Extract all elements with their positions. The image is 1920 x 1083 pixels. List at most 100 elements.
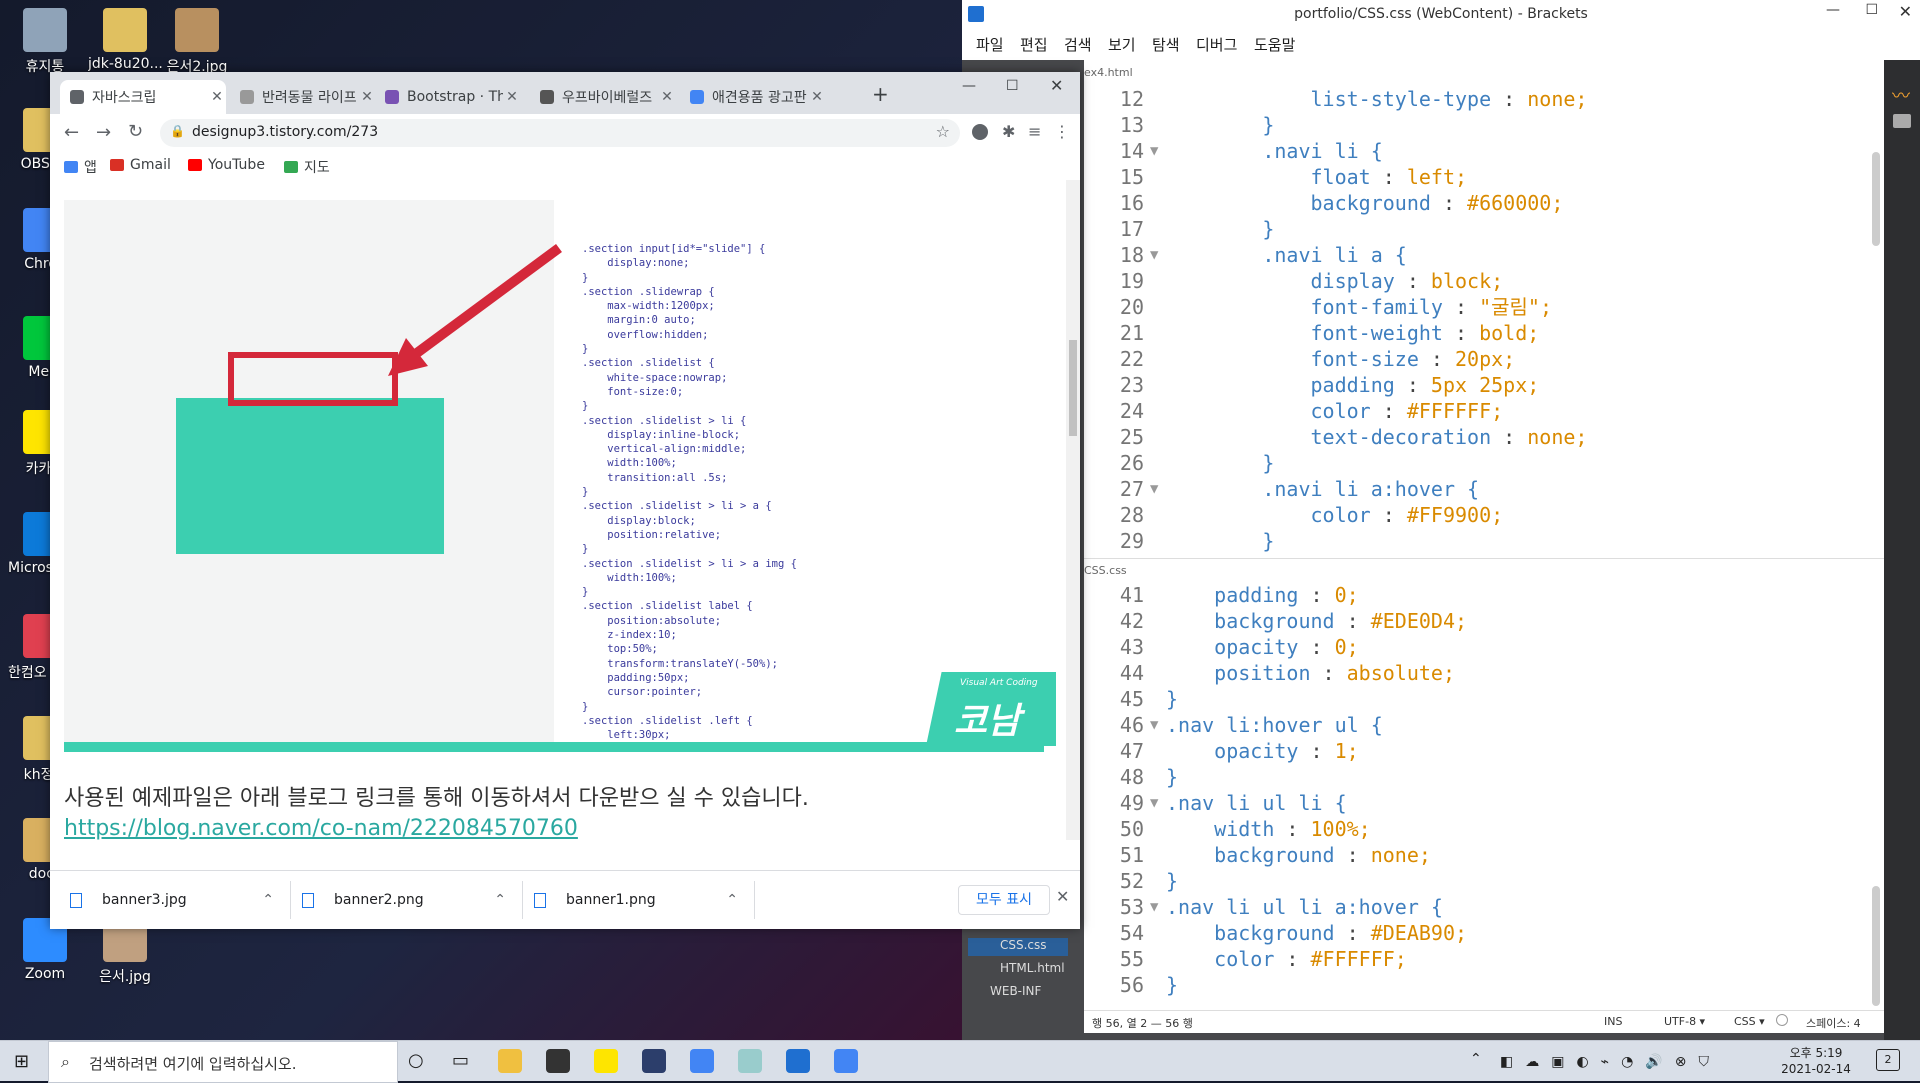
download-item[interactable]: banner2.png ⌃ bbox=[292, 881, 523, 919]
browser-tab[interactable]: 반려동물 라이프 ✕ bbox=[230, 80, 376, 114]
code-editor[interactable]: ex4.html 12 list-style-type : none; 13 } 1… bbox=[1084, 60, 1884, 1010]
blog-link[interactable]: https://blog.naver.com/co-nam/2220845707… bbox=[64, 816, 578, 840]
live-preview-icon[interactable]: 〰 bbox=[1892, 82, 1910, 108]
back-icon[interactable]: ← bbox=[64, 122, 79, 143]
browser-tab[interactable]: 우프바이베럴즈 ✕ bbox=[530, 80, 676, 114]
menu-item[interactable]: 보기 bbox=[1108, 34, 1136, 55]
puzzle-icon[interactable]: ✱ bbox=[1002, 122, 1015, 141]
menu-dots-icon[interactable]: ⋮ bbox=[1054, 122, 1070, 141]
download-item[interactable]: banner3.jpg ⌃ bbox=[60, 881, 291, 919]
minimize-button[interactable]: — bbox=[1826, 2, 1840, 18]
task-view-icon[interactable]: ▭ bbox=[452, 1050, 469, 1071]
url-text[interactable]: designup3.tistory.com/273 bbox=[192, 124, 378, 140]
bookmark-item[interactable]: 지도 bbox=[284, 157, 330, 177]
top-pane-filename[interactable]: ex4.html bbox=[1084, 66, 1133, 79]
code-text: display : block; bbox=[1310, 269, 1504, 293]
browser-tab[interactable]: 자바스크립 ✕ bbox=[60, 80, 226, 114]
chrome-icon[interactable] bbox=[690, 1049, 714, 1073]
encoding-select[interactable]: UTF-8 ▾ bbox=[1664, 1015, 1705, 1028]
maximize-button[interactable]: ☐ bbox=[1865, 2, 1878, 18]
store-icon[interactable] bbox=[546, 1049, 570, 1073]
bookmark-item[interactable]: Gmail bbox=[110, 157, 171, 173]
app-icon[interactable] bbox=[738, 1049, 762, 1073]
forward-icon[interactable]: → bbox=[96, 122, 111, 143]
search-placeholder: 검색하려면 여기에 입력하십시오. bbox=[89, 1055, 297, 1073]
tab-title: 애견용품 광고판 bbox=[712, 90, 807, 106]
tab-close-icon[interactable]: ✕ bbox=[808, 89, 826, 105]
desktop-icon[interactable]: 은서2.jpg bbox=[160, 8, 234, 76]
top-editor-pane[interactable]: 12 list-style-type : none; 13 } 14 ▼ .navi … bbox=[1084, 86, 1884, 572]
desktop-icon[interactable]: jdk-8u20... bbox=[88, 8, 162, 72]
clock-time[interactable]: 오후 5:19 bbox=[1776, 1044, 1856, 1061]
sidebar-file[interactable]: WEB-INF bbox=[990, 984, 1041, 998]
tab-close-icon[interactable]: ✕ bbox=[208, 89, 226, 105]
minimize-button[interactable]: — bbox=[962, 78, 976, 94]
chrome-icon[interactable] bbox=[834, 1049, 858, 1073]
clock-date[interactable]: 2021-02-14 bbox=[1776, 1062, 1856, 1076]
reload-icon[interactable]: ↻ bbox=[128, 121, 143, 142]
bookmark-item[interactable]: 앱 bbox=[64, 157, 97, 177]
code-snippet-line: font-size:0; bbox=[582, 385, 684, 398]
extension-manager-icon[interactable] bbox=[1893, 114, 1911, 128]
bookmark-star-icon[interactable]: ☆ bbox=[936, 122, 950, 141]
kakaotalk-icon[interactable] bbox=[594, 1049, 618, 1073]
menu-item[interactable]: 편집 bbox=[1020, 34, 1048, 55]
linter-status-icon[interactable] bbox=[1776, 1014, 1788, 1026]
cortana-icon[interactable]: ○ bbox=[408, 1050, 424, 1071]
show-all-button[interactable]: 모두 표시 bbox=[958, 885, 1050, 915]
fold-arrow-icon[interactable]: ▼ bbox=[1150, 894, 1158, 920]
menu-item[interactable]: 검색 bbox=[1064, 34, 1092, 55]
code-text: font-family : "굴림"; bbox=[1310, 295, 1553, 319]
file-explorer-icon[interactable] bbox=[498, 1049, 522, 1073]
download-item[interactable]: banner1.png ⌃ bbox=[524, 881, 755, 919]
browser-tab[interactable]: Bootstrap · The✕ bbox=[375, 80, 521, 114]
tab-strip: 자바스크립✕반려동물 라이프✕Bootstrap · The✕우프바이베럴즈✕애… bbox=[50, 72, 1080, 114]
page-scrollbar[interactable] bbox=[1066, 180, 1080, 840]
sidebar-file[interactable]: HTML.html bbox=[1000, 961, 1065, 975]
reading-list-icon[interactable]: ≡ bbox=[1028, 122, 1041, 141]
close-button[interactable]: ✕ bbox=[1899, 2, 1912, 21]
menu-item[interactable]: 파일 bbox=[976, 34, 1004, 55]
eclipse-icon[interactable] bbox=[642, 1049, 666, 1073]
system-tray-icons[interactable]: ◧☁▣◐⌁◔🔊⊗⛉ bbox=[1500, 1051, 1760, 1071]
menu-item[interactable]: 도움말 bbox=[1254, 34, 1295, 55]
maximize-button[interactable]: ☐ bbox=[1006, 78, 1019, 94]
address-bar[interactable]: 🔒 designup3.tistory.com/273 ☆ bbox=[160, 119, 960, 147]
chevron-up-icon[interactable]: ⌃ bbox=[262, 892, 274, 908]
browser-tab[interactable]: 애견용품 광고판 ✕ bbox=[680, 80, 826, 114]
tab-close-icon[interactable]: ✕ bbox=[503, 89, 521, 105]
chevron-up-icon[interactable]: ⌃ bbox=[494, 892, 506, 908]
fold-arrow-icon[interactable]: ▼ bbox=[1150, 790, 1158, 816]
menu-item[interactable]: 디버그 bbox=[1196, 34, 1237, 55]
start-icon[interactable]: ⊞ bbox=[14, 1051, 29, 1072]
bottom-pane-filename[interactable]: CSS.css bbox=[1084, 564, 1127, 577]
bookmark-item[interactable]: YouTube bbox=[188, 157, 265, 173]
tray-chevron-icon[interactable]: ⌃ bbox=[1470, 1051, 1482, 1067]
fold-arrow-icon[interactable]: ▼ bbox=[1150, 712, 1158, 738]
menu-item[interactable]: 탐색 bbox=[1152, 34, 1180, 55]
fold-arrow-icon[interactable]: ▼ bbox=[1150, 138, 1158, 164]
top-scrollbar[interactable] bbox=[1872, 152, 1880, 246]
extension-icon[interactable] bbox=[972, 124, 988, 140]
fold-arrow-icon[interactable]: ▼ bbox=[1150, 476, 1158, 502]
new-tab-button[interactable]: + bbox=[872, 82, 889, 106]
taskbar-search[interactable]: ⌕ 검색하려면 여기에 입력하십시오. bbox=[48, 1041, 398, 1083]
fold-arrow-icon[interactable]: ▼ bbox=[1150, 242, 1158, 268]
notification-center-icon[interactable]: 2 bbox=[1876, 1049, 1900, 1071]
tab-close-icon[interactable]: ✕ bbox=[658, 89, 676, 105]
logo-caption: Visual Art Coding bbox=[960, 678, 1038, 688]
close-downloads-icon[interactable]: ✕ bbox=[1056, 887, 1069, 906]
file-icon bbox=[70, 892, 82, 908]
tab-close-icon[interactable]: ✕ bbox=[358, 89, 376, 105]
brackets-icon[interactable] bbox=[786, 1049, 810, 1073]
close-button[interactable]: ✕ bbox=[1050, 76, 1063, 95]
indent-setting[interactable]: 스페이스: 4 bbox=[1806, 1015, 1861, 1031]
sidebar-file[interactable]: CSS.css bbox=[1000, 938, 1047, 952]
bottom-scrollbar[interactable] bbox=[1872, 886, 1880, 1006]
language-select[interactable]: CSS ▾ bbox=[1734, 1015, 1765, 1028]
chevron-up-icon[interactable]: ⌃ bbox=[726, 892, 738, 908]
desktop-icon[interactable]: 휴지통 bbox=[8, 8, 82, 76]
insert-mode[interactable]: INS bbox=[1604, 1015, 1622, 1028]
code-text: font-weight : bold; bbox=[1310, 321, 1540, 345]
bottom-editor-pane[interactable]: 41 padding : 0; 42 background : #EDE0D4; 4… bbox=[1084, 582, 1884, 1008]
